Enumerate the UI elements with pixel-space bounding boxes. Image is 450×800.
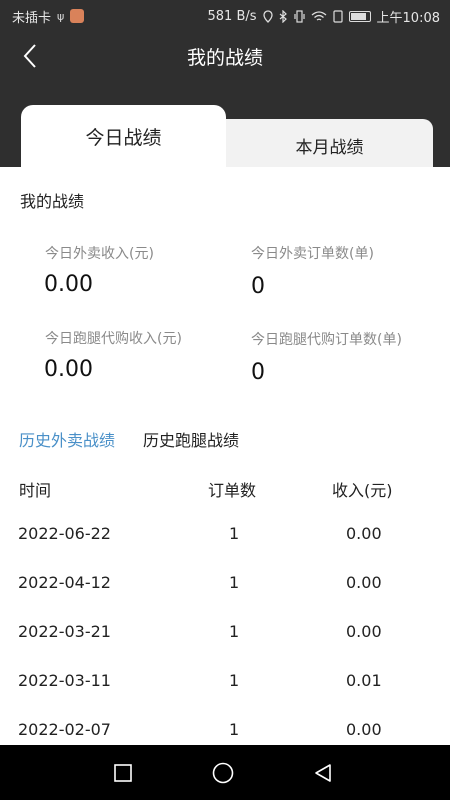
row-date: 2022-06-22: [18, 524, 111, 543]
row-income: 0.00: [346, 622, 382, 641]
takeout-orders-label: 今日外卖订单数(单): [251, 246, 374, 262]
system-nav-bar: [0, 745, 450, 800]
row-date: 2022-03-11: [18, 671, 111, 690]
tab-month-label: 本月战绩: [295, 137, 364, 158]
home-button[interactable]: [193, 745, 253, 800]
table-row: 2022-04-12 1 0.00: [0, 573, 450, 622]
system-back-button[interactable]: [293, 745, 353, 800]
carrier-text: 未插卡: [12, 10, 52, 26]
usb-icon: ψ: [57, 9, 65, 23]
app-notification-icon: [70, 9, 85, 23]
errand-income-label: 今日跑腿代购收入(元): [45, 331, 182, 347]
row-income: 0.01: [346, 671, 382, 690]
errand-orders-label: 今日跑腿代购订单数(单): [251, 332, 402, 348]
battery-icon: [348, 10, 371, 22]
app-header: 我的战绩 今日战绩 本月战绩: [0, 32, 450, 167]
net-speed-text: 581 B/s: [207, 8, 257, 24]
column-header-date: 时间: [19, 481, 52, 500]
tab-today-label: 今日战绩: [85, 126, 162, 149]
page-title: 我的战绩: [186, 47, 263, 69]
bluetooth-icon: [279, 9, 287, 23]
row-date: 2022-04-12: [18, 573, 111, 592]
square-icon: [114, 763, 132, 782]
row-income: 0.00: [346, 573, 382, 592]
sim-icon: [332, 9, 343, 23]
row-orders: 1: [229, 720, 240, 739]
vibrate-icon: [293, 9, 305, 23]
recent-apps-button[interactable]: [93, 745, 153, 800]
row-orders: 1: [229, 573, 240, 592]
row-income: 0.00: [346, 524, 382, 543]
column-header-income: 收入(元): [332, 481, 393, 500]
tab-today[interactable]: 今日战绩: [21, 105, 226, 167]
tab-history-takeout[interactable]: 历史外卖战绩: [19, 427, 115, 451]
errand-orders-value: 0: [251, 360, 265, 385]
section-title: 我的战绩: [20, 192, 85, 211]
tab-month[interactable]: 本月战绩: [226, 119, 433, 167]
tab-history-errand[interactable]: 历史跑腿战绩: [143, 427, 239, 451]
triangle-back-icon: [315, 763, 331, 782]
takeout-orders-value: 0: [251, 274, 265, 299]
status-bar: 未插卡 ψ 581 B/s 上午10:08: [0, 0, 450, 32]
errand-income-value: 0.00: [44, 357, 93, 382]
location-icon: [262, 9, 273, 23]
row-orders: 1: [229, 671, 240, 690]
status-left: 未插卡 ψ: [12, 7, 85, 26]
table-row: 2022-06-22 1 0.00: [0, 524, 450, 573]
row-income: 0.00: [346, 720, 382, 739]
column-header-orders: 订单数: [208, 481, 257, 500]
row-date: 2022-02-07: [18, 720, 111, 739]
table-row: 2022-03-21 1 0.00: [0, 622, 450, 671]
table-row: 2022-03-11 1 0.01: [0, 671, 450, 720]
row-orders: 1: [229, 622, 240, 641]
wifi-icon: [311, 10, 326, 21]
circle-icon: [212, 762, 234, 783]
clock-text: 上午10:08: [376, 10, 440, 26]
takeout-income-label: 今日外卖收入(元): [45, 246, 154, 262]
takeout-income-value: 0.00: [44, 272, 93, 297]
row-date: 2022-03-21: [18, 622, 111, 641]
status-right: 581 B/s 上午10:08: [208, 7, 441, 26]
row-orders: 1: [229, 524, 240, 543]
